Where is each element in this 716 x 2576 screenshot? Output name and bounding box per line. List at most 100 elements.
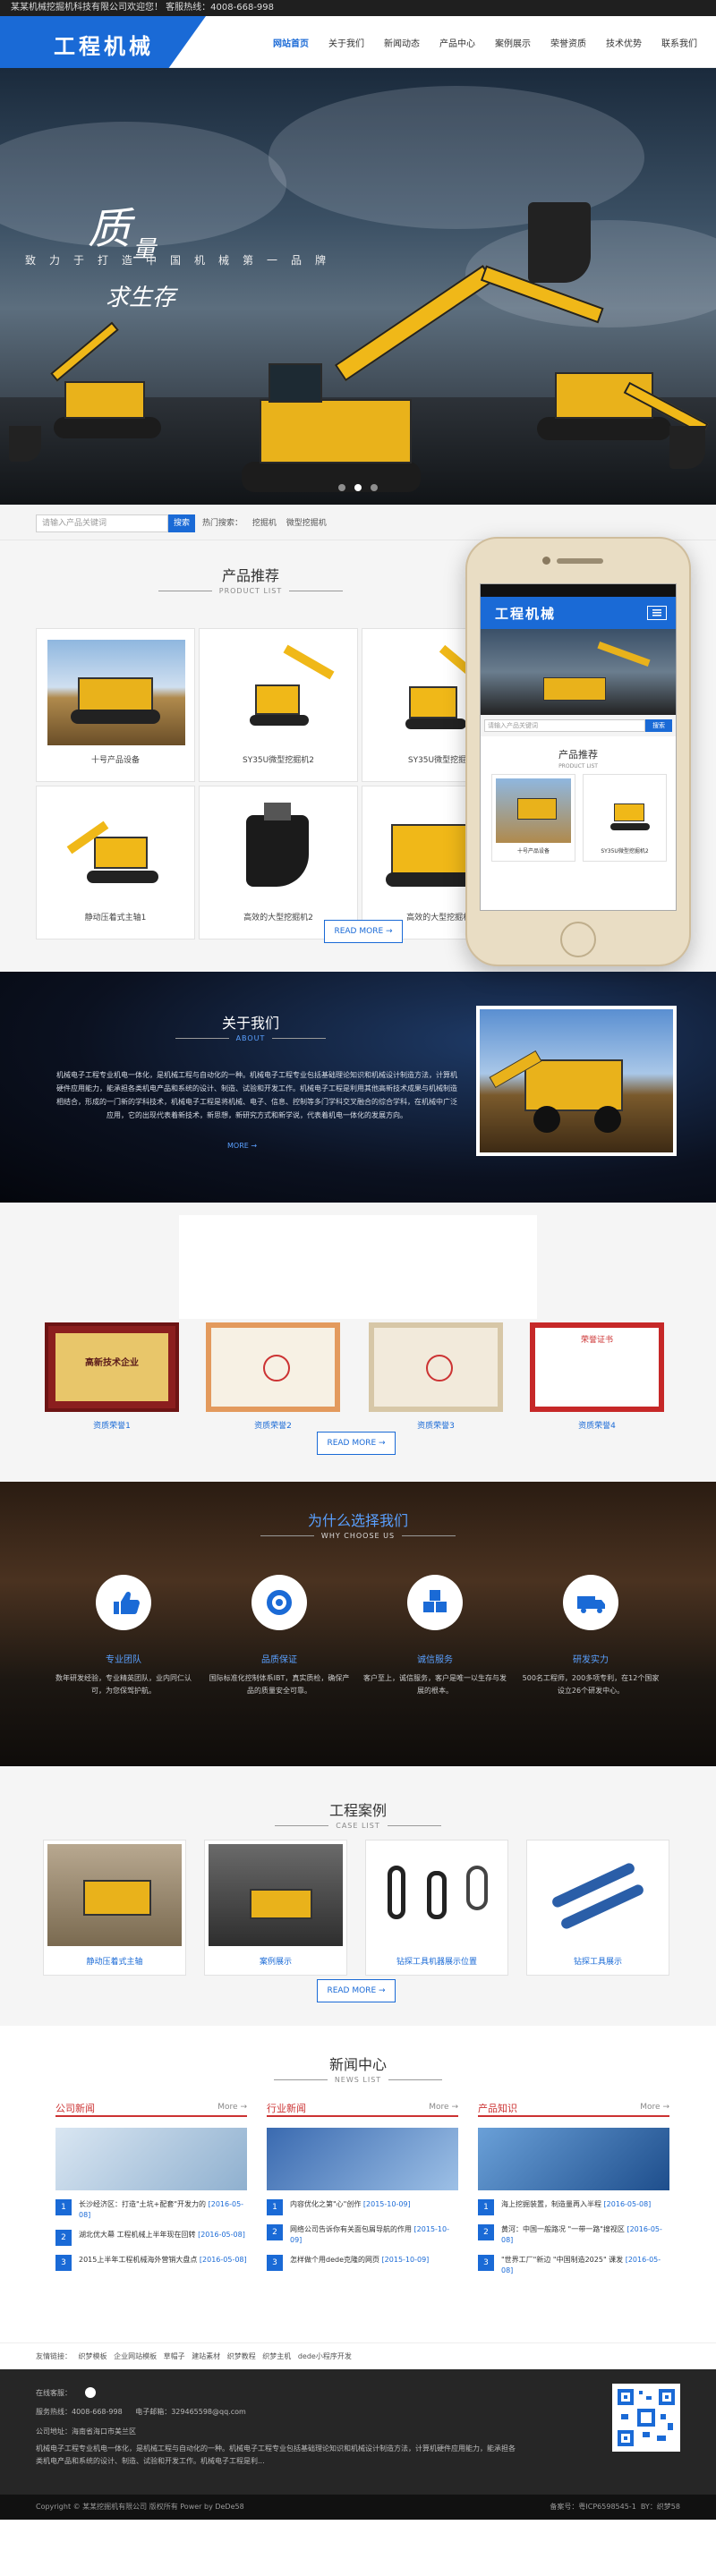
honors-section: 高新技术企业 资质荣誉1 资质荣誉2 资质荣誉3 荣誉证书 资质荣誉4 READ…: [0, 1203, 716, 1482]
search-button[interactable]: 搜索: [168, 514, 195, 532]
about-text: 机械电子工程专业机电一体化，是机械工程与自动化的一种。机械电子工程专业包括基础理…: [56, 1071, 457, 1119]
honor-caption: 资质荣誉1: [93, 1422, 131, 1431]
news-thumbnail[interactable]: [55, 2128, 247, 2190]
news-column-title[interactable]: 产品知识: [478, 2101, 517, 2115]
hot-search-item[interactable]: 挖掘机: [252, 519, 277, 528]
case-image-shape: [83, 1880, 151, 1916]
product-image-shape: [405, 718, 466, 729]
carousel-dot-active[interactable]: [354, 484, 362, 491]
qq-icon[interactable]: [84, 2387, 96, 2398]
news-title: 新闻中心: [328, 2056, 387, 2073]
cases-more-button[interactable]: READ MORE →: [317, 1979, 396, 2002]
case-card[interactable]: 钻探工具机器展示位置: [365, 1840, 508, 1976]
news-item[interactable]: 2 湖北优大幕 工程机械上半年现在回转 [2016-05-08]: [55, 2230, 247, 2246]
phone-product-card[interactable]: SY35U微型挖掘机2: [583, 774, 667, 862]
hot-search-item[interactable]: 微型挖掘机: [286, 519, 327, 528]
phone-product-card[interactable]: 十号产品设备: [491, 774, 575, 862]
friend-link[interactable]: 建站素材: [192, 2352, 220, 2360]
news-number: 1: [55, 2199, 72, 2215]
nav-honors[interactable]: 荣誉资质: [541, 36, 596, 49]
phone-logo: 工程机械: [495, 606, 557, 622]
news-headline: 网络公司告诉你有关面包屑导航的作用: [290, 2225, 412, 2233]
product-card[interactable]: 十号产品设备: [36, 628, 195, 782]
news-item[interactable]: 3 怎样做个用dede克隆的网页 [2015-10-09]: [267, 2255, 458, 2271]
why-subtitle: WHY CHOOSE US: [0, 1532, 716, 1540]
news-column-title[interactable]: 公司新闻: [55, 2101, 95, 2115]
case-caption: 钻探工具展示: [573, 1958, 622, 1967]
friend-link[interactable]: 织梦模板: [79, 2352, 107, 2360]
news-item[interactable]: 2 网络公司告诉你有关面包屑导航的作用 [2015-10-09]: [267, 2224, 458, 2246]
news-more-link[interactable]: More →: [640, 2103, 669, 2112]
honor-card[interactable]: 荣誉证书 资质荣誉4: [530, 1322, 664, 1431]
honor-card[interactable]: 资质荣誉2: [206, 1322, 340, 1431]
case-caption: 案例展示: [259, 1958, 292, 1967]
news-headline: 湖北优大幕 工程机械上半年现在回转: [79, 2231, 196, 2239]
about-more-link[interactable]: MORE →: [227, 1142, 257, 1150]
news-column: 行业新闻 More → 1 内容优化之第"心"创作 [2015-10-09] 2…: [267, 2101, 458, 2271]
carousel-dot[interactable]: [370, 484, 378, 491]
phone-search: 请输入产品关键词 搜索: [481, 715, 676, 736]
nav-news[interactable]: 新闻动态: [374, 36, 430, 49]
product-card[interactable]: SY35U微型挖掘机2: [199, 628, 358, 782]
news-text: 2015上半年工程机械海外营销大盘点 [2016-05-08]: [79, 2255, 247, 2271]
news-number: 2: [55, 2230, 72, 2246]
excavator-cab: [268, 363, 322, 403]
news-more-link[interactable]: More →: [429, 2103, 458, 2112]
case-card[interactable]: 钻探工具展示: [526, 1840, 669, 1976]
nav-about[interactable]: 关于我们: [319, 36, 374, 49]
product-image-shape: [94, 837, 148, 869]
products-more-button[interactable]: READ MORE →: [324, 920, 403, 943]
friend-link[interactable]: 织梦主机: [262, 2352, 291, 2360]
honor-card[interactable]: 高新技术企业 资质荣誉1: [45, 1322, 179, 1431]
phone-search-input[interactable]: 请输入产品关键词: [484, 719, 645, 732]
news-column-header: 公司新闻 More →: [55, 2101, 247, 2117]
carousel-dots: [0, 481, 716, 494]
phone-search-button[interactable]: 搜索: [645, 719, 672, 732]
news-item[interactable]: 3 2015上半年工程机械海外营销大盘点 [2016-05-08]: [55, 2255, 247, 2271]
news-thumbnail[interactable]: [478, 2128, 669, 2190]
news-item[interactable]: 1 内容优化之第"心"创作 [2015-10-09]: [267, 2199, 458, 2215]
product-image-shape: [87, 871, 158, 883]
news-headline: 海上挖掘装置，制造量再入半程: [501, 2200, 601, 2208]
logo[interactable]: 工程机械: [0, 16, 206, 68]
news-thumbnail[interactable]: [267, 2128, 458, 2190]
hero-banner[interactable]: 质 量 求生存 致力于打造中国机械第一品牌: [0, 68, 716, 505]
news-text: "世界工厂"新边 "中国制造2025" 课发 [2016-05-08]: [501, 2255, 669, 2276]
news-item[interactable]: 2 黄河：中国一般路况 "一带一路"搜视区 [2016-05-08]: [478, 2224, 669, 2246]
friend-link[interactable]: 织梦教程: [227, 2352, 256, 2360]
nav-home[interactable]: 网站首页: [263, 36, 319, 49]
product-card[interactable]: 静动压着式主轴1: [36, 786, 195, 939]
honors-more-button[interactable]: READ MORE →: [317, 1432, 396, 1455]
news-item[interactable]: 1 长沙经济区：打造"土坑+配套"开发力的 [2016-05-08]: [55, 2199, 247, 2221]
case-caption: 静动压着式主轴: [86, 1958, 143, 1967]
phone-banner[interactable]: [481, 629, 676, 715]
nav-cases[interactable]: 案例展示: [485, 36, 541, 49]
news-text: 内容优化之第"心"创作 [2015-10-09]: [290, 2199, 411, 2215]
cert-text: 高新技术企业: [55, 1333, 168, 1401]
nav-contact[interactable]: 联系我们: [652, 36, 707, 49]
about-section: 关于我们 ABOUT 机械电子工程专业机电一体化，是机械工程与自动化的一种。机械…: [0, 972, 716, 1203]
news-column-title[interactable]: 行业新闻: [267, 2101, 306, 2115]
case-card[interactable]: 静动压着式主轴: [43, 1840, 186, 1976]
search-input[interactable]: 请输入产品关键词: [36, 514, 168, 532]
honor-card[interactable]: 资质荣誉3: [369, 1322, 503, 1431]
case-card[interactable]: 案例展示: [204, 1840, 347, 1976]
news-item[interactable]: 3 "世界工厂"新边 "中国制造2025" 课发 [2016-05-08]: [478, 2255, 669, 2276]
product-image: [210, 640, 348, 745]
nav-tech[interactable]: 技术优势: [596, 36, 652, 49]
by-credit[interactable]: BY：织梦58: [641, 2503, 680, 2511]
why-item-desc: 客户至上，诚信服务，客户是唯一以生存与发展的根本。: [363, 1674, 507, 1695]
friend-link[interactable]: 企业网站模板: [114, 2352, 157, 2360]
logo-text: 工程机械: [54, 34, 154, 59]
phone-home-button: [560, 922, 596, 957]
news-more-link[interactable]: More →: [217, 2103, 247, 2112]
friend-link[interactable]: 草帽子: [164, 2352, 185, 2360]
friend-links: 友情链接： 织梦模板 企业网站模板 草帽子 建站素材 织梦教程 织梦主机 ded…: [0, 2342, 716, 2369]
product-card[interactable]: 高效的大型挖掘机2: [199, 786, 358, 939]
honor-caption: 资质荣誉3: [417, 1422, 455, 1431]
friend-link[interactable]: dede小程序开发: [298, 2352, 352, 2360]
phone-menu-icon[interactable]: [647, 606, 667, 620]
carousel-dot[interactable]: [338, 484, 346, 491]
news-item[interactable]: 1 海上挖掘装置，制造量再入半程 [2016-05-08]: [478, 2199, 669, 2215]
nav-products[interactable]: 产品中心: [430, 36, 485, 49]
